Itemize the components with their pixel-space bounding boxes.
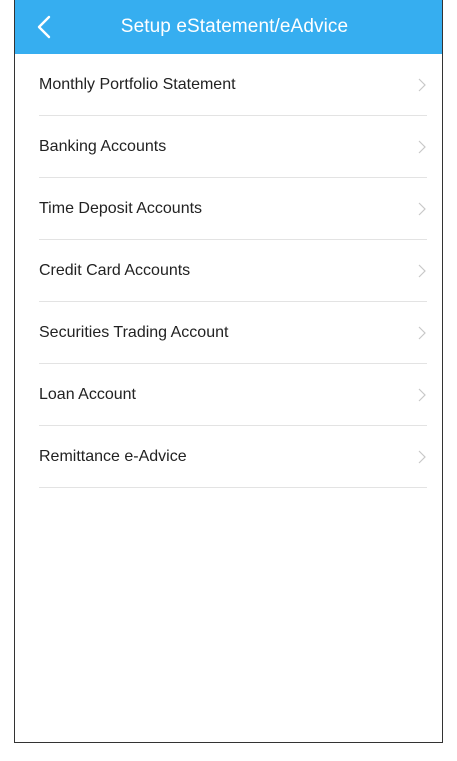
navigation-bar: Setup eStatement/eAdvice [15,0,442,54]
page-title: Setup eStatement/eAdvice [120,16,349,37]
back-button[interactable] [27,10,61,44]
list-item-label: Securities Trading Account [39,323,229,341]
list-item-label: Banking Accounts [39,137,167,155]
chevron-right-icon [418,450,426,463]
list-item-banking-accounts[interactable]: Banking Accounts [39,116,427,178]
list-item-label: Monthly Portfolio Statement [39,75,236,93]
chevron-right-icon [418,140,426,153]
list-item-loan-account[interactable]: Loan Account [39,364,427,426]
list-item-label: Credit Card Accounts [39,261,191,279]
statement-settings-list: Monthly Portfolio Statement Banking Acco… [39,54,427,488]
list-item-securities-trading-account[interactable]: Securities Trading Account [39,302,427,364]
chevron-right-icon [418,78,426,91]
list-item-monthly-portfolio-statement[interactable]: Monthly Portfolio Statement [39,54,427,116]
chevron-right-icon [418,326,426,339]
chevron-right-icon [418,202,426,215]
app-screen: Setup eStatement/eAdvice Monthly Portfol… [14,0,443,743]
list-item-label: Loan Account [39,385,136,403]
chevron-left-icon [37,15,51,39]
list-item-label: Remittance e-Advice [39,447,187,465]
chevron-right-icon [418,264,426,277]
chevron-right-icon [418,388,426,401]
list-item-credit-card-accounts[interactable]: Credit Card Accounts [39,240,427,302]
list-item-time-deposit-accounts[interactable]: Time Deposit Accounts [39,178,427,240]
list-item-label: Time Deposit Accounts [39,199,203,217]
list-item-remittance-e-advice[interactable]: Remittance e-Advice [39,426,427,488]
